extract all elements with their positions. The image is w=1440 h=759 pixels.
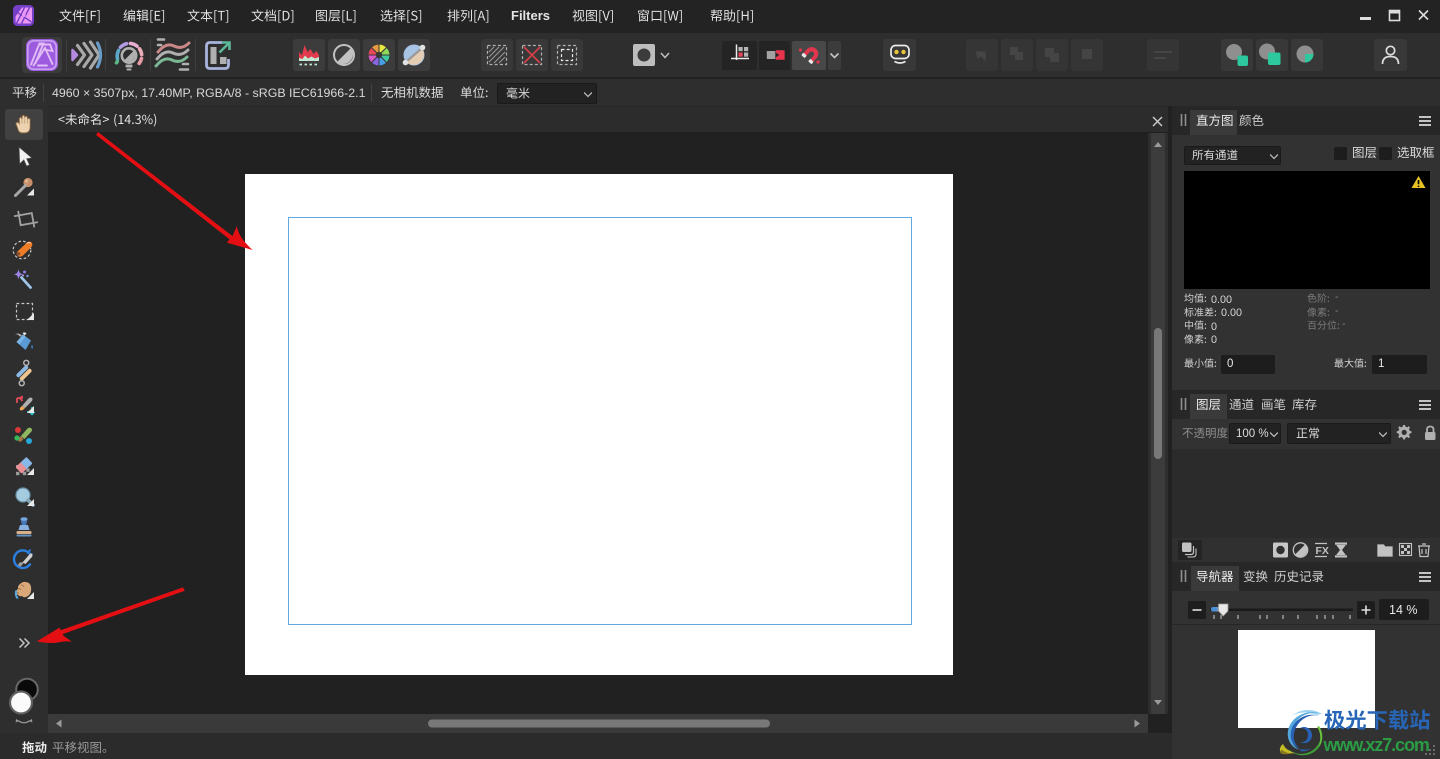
svg-text:FX: FX [1316, 545, 1329, 557]
